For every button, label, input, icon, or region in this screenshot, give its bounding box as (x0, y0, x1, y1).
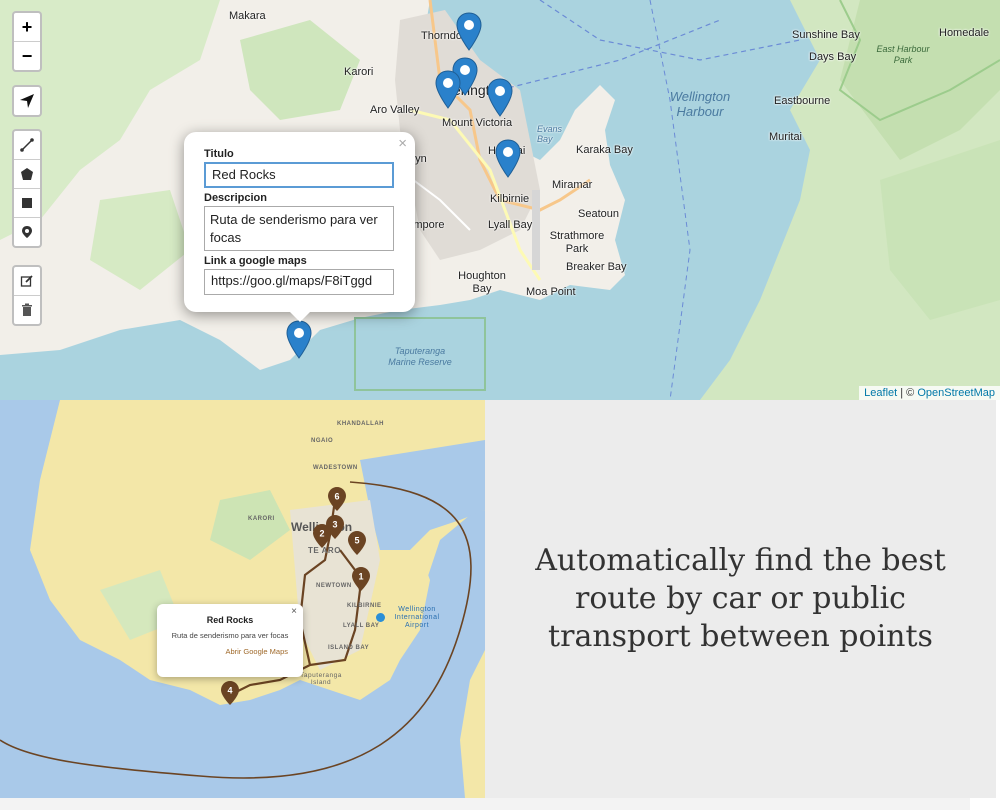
place-label: Makara (229, 10, 266, 22)
map-marker-icon[interactable] (286, 320, 312, 360)
marker-icon (22, 226, 32, 238)
place-label: Homedale (939, 27, 990, 39)
marker-number: 1 (358, 572, 363, 582)
marker-number: 4 (227, 686, 232, 696)
place-label: Houghton Bay (458, 270, 506, 295)
description-field[interactable]: Ruta de senderismo para ver focas (204, 206, 394, 251)
route-marker-1[interactable]: 1 (351, 566, 371, 592)
place-label: Evans Bay (537, 124, 563, 144)
route-marker-4[interactable]: 4 (220, 680, 240, 706)
popup-description: Ruta de senderismo para ver focas (171, 631, 289, 640)
zoom-out-button[interactable]: − (14, 42, 40, 70)
trash-icon (22, 303, 32, 316)
place-label: Miramar (552, 179, 593, 191)
map-marker-icon[interactable] (456, 12, 482, 52)
airport-icon (376, 613, 385, 622)
attribution-separator: | © (897, 387, 918, 399)
marker-number: 2 (319, 529, 324, 539)
bottom-strip (0, 798, 970, 810)
place-label: Strathmore Park (549, 230, 605, 255)
place-label: KILBIRNIE (347, 603, 382, 609)
place-label: Taputeranga Island (300, 672, 342, 686)
place-label: Sunshine Bay (792, 29, 860, 41)
promo-panel: Automatically find the best route by car… (485, 400, 996, 798)
place-label: NGAIO (311, 438, 334, 444)
osm-link[interactable]: OpenStreetMap (917, 387, 995, 399)
locate-button[interactable] (14, 87, 40, 115)
route-marker-6[interactable]: 6 (327, 486, 347, 512)
place-label: NEWTOWN (316, 583, 352, 589)
marker-edit-popup: × Titulo Red Rocks Descripcion Ruta de s… (184, 132, 415, 322)
popup-close-button[interactable]: × (291, 606, 297, 617)
link-field-label: Link a google maps (204, 255, 307, 267)
park-label: East Harbour Park (876, 44, 930, 65)
delete-layers-button[interactable] (14, 296, 40, 324)
zoom-control: + − (12, 11, 42, 72)
zoom-in-button[interactable]: + (14, 13, 40, 42)
place-label: Kilbirnie (490, 193, 530, 205)
title-field[interactable]: Red Rocks (204, 162, 394, 188)
popup-close-button[interactable]: × (398, 135, 407, 152)
marker-number: 5 (354, 536, 359, 546)
rectangle-icon (22, 198, 32, 208)
place-label: Muritai (769, 131, 803, 143)
place-label: ISLAND BAY (328, 645, 370, 651)
place-label: Eastbourne (774, 95, 831, 107)
map-marker-icon[interactable] (487, 78, 513, 118)
reserve-label: Taputeranga Marine Reserve (388, 346, 452, 367)
popup-title: Red Rocks (206, 615, 254, 625)
place-label: Seatoun (578, 208, 619, 220)
edit-toolbar (12, 265, 42, 326)
google-maps-link[interactable]: Abrir Google Maps (157, 647, 303, 656)
top-map[interactable]: Makara Karori Thorndon Wellington Aro Va… (0, 0, 1000, 400)
place-label: Moa Point (526, 286, 576, 298)
place-label: Lyall Bay (488, 219, 533, 231)
place-label: Aro Valley (370, 104, 420, 116)
route-marker-2[interactable]: 2 (312, 523, 332, 549)
bottom-map-base (0, 400, 485, 798)
place-label: Days Bay (809, 51, 857, 63)
place-label: Karaka Bay (576, 144, 633, 156)
place-label: WADESTOWN (313, 465, 358, 471)
polyline-icon (20, 138, 34, 152)
locate-control (12, 85, 42, 117)
map-attribution: Leaflet | © OpenStreetMap (859, 386, 1000, 400)
place-label: KARORI (248, 516, 275, 522)
navigation-arrow-icon (20, 94, 34, 108)
map-marker-icon[interactable] (435, 70, 461, 110)
water-label: Wellington Harbour (669, 89, 731, 119)
place-label: Mount Victoria (442, 117, 513, 129)
leaflet-link[interactable]: Leaflet (864, 387, 897, 399)
promo-text: Automatically find the best route by car… (535, 543, 946, 654)
draw-rectangle-button[interactable] (14, 189, 40, 218)
map-marker-icon[interactable] (495, 139, 521, 179)
draw-polyline-button[interactable] (14, 131, 40, 160)
description-field-label: Descripcion (204, 192, 267, 204)
place-label: Wellington International Airport (394, 606, 440, 629)
route-marker-5[interactable]: 5 (347, 530, 367, 556)
link-field[interactable]: https://goo.gl/maps/F8iTggd (204, 269, 394, 295)
place-label: LYALL BAY (343, 623, 380, 629)
title-field-label: Titulo (204, 148, 234, 160)
marker-number: 6 (334, 492, 339, 502)
place-label: Karori (344, 66, 374, 78)
edit-icon (20, 275, 33, 287)
draw-marker-button[interactable] (14, 218, 40, 246)
bottom-map[interactable]: KHANDALLAH NGAIO WADESTOWN KARORI Wellin… (0, 400, 485, 798)
polygon-icon (21, 168, 33, 180)
place-label: Breaker Bay (566, 261, 627, 273)
draw-toolbar (12, 129, 42, 248)
marker-info-popup: × Red Rocks Ruta de senderismo para ver … (157, 604, 303, 677)
place-label: KHANDALLAH (337, 421, 384, 427)
edit-layers-button[interactable] (14, 267, 40, 296)
marker-number: 3 (332, 520, 337, 530)
draw-polygon-button[interactable] (14, 160, 40, 189)
